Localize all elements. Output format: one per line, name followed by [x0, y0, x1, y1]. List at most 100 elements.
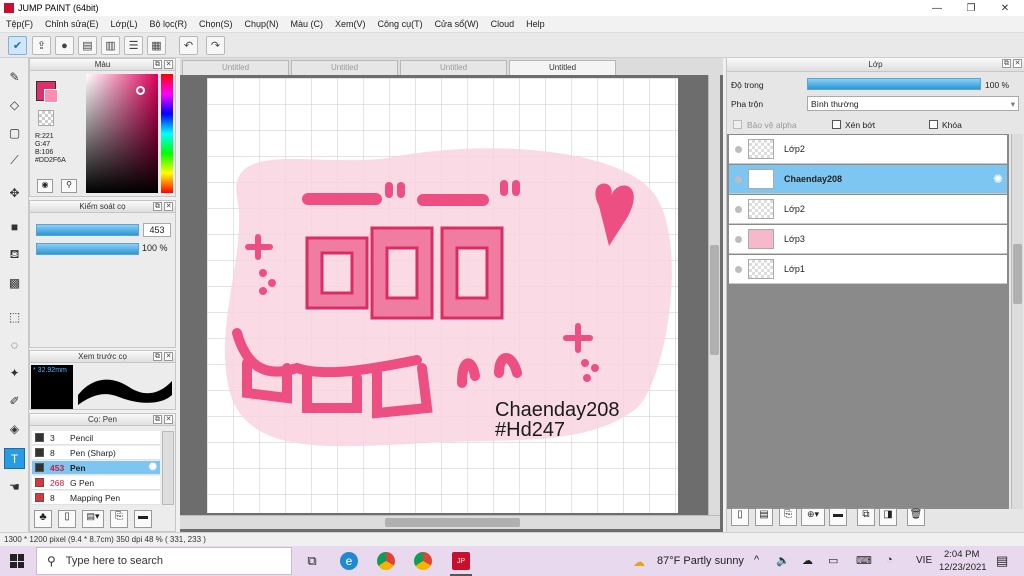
brush-item[interactable]: 268 G Pen: [32, 476, 160, 490]
new-brush-icon[interactable]: ▯: [58, 510, 76, 528]
clock-time[interactable]: 2:04 PM: [944, 549, 979, 560]
maximize-button[interactable]: ❐: [954, 0, 988, 16]
menu-edit[interactable]: Chỉnh sửa(E): [45, 19, 99, 29]
menu-select[interactable]: Chọn(S): [199, 19, 233, 29]
layer-row[interactable]: Lớp2: [729, 195, 1007, 224]
tab-untitled-1[interactable]: Untitled: [182, 60, 289, 75]
lasso-select-icon[interactable]: ◌: [4, 334, 25, 355]
layer-row-selected[interactable]: Chaenday208 ✺: [729, 165, 1007, 194]
undock-icon[interactable]: ⧉: [153, 202, 162, 211]
layer-add-menu-icon[interactable]: ⊕▾: [801, 508, 825, 526]
protect-alpha-checkbox[interactable]: [733, 120, 742, 129]
undock-icon[interactable]: ⧉: [153, 60, 162, 69]
volume-icon[interactable]: 🔈: [776, 554, 790, 567]
layer-row[interactable]: Lớp1: [729, 255, 1007, 284]
brush-menu-icon[interactable]: ▤▾: [82, 510, 104, 528]
rectangle-tool-icon[interactable]: ▢: [4, 122, 25, 143]
layer-folder-icon[interactable]: ▬: [829, 508, 847, 526]
tab-untitled-active[interactable]: Untitled: [509, 60, 616, 75]
language-indicator[interactable]: VIE: [916, 555, 932, 566]
layer-settings-gear-icon[interactable]: ✺: [993, 172, 1003, 186]
edge-browser-icon[interactable]: e: [340, 552, 358, 570]
undock-icon[interactable]: ⧉: [1002, 59, 1011, 68]
clock-date[interactable]: 12/23/2021: [939, 562, 987, 573]
blend-mode-select[interactable]: Bình thường ▾: [807, 96, 1019, 111]
layer-row[interactable]: Lớp2: [729, 135, 1007, 164]
brush-size-value[interactable]: 453: [143, 223, 171, 237]
jump-paint-icon[interactable]: JP: [452, 552, 470, 570]
bucket-tool-icon[interactable]: ⛾: [4, 244, 25, 265]
tab-untitled-3[interactable]: Untitled: [400, 60, 507, 75]
menu-color[interactable]: Màu (C): [291, 19, 324, 29]
horizontal-scrollbar[interactable]: [180, 515, 720, 529]
brush-export-icon[interactable]: ⎘: [110, 510, 128, 528]
layer-opacity-slider[interactable]: [807, 78, 981, 90]
comment-icon[interactable]: ●: [55, 36, 74, 55]
layer-row[interactable]: Lớp3: [729, 225, 1007, 254]
palette-icon[interactable]: ◉: [37, 179, 53, 193]
visibility-icon[interactable]: [735, 265, 742, 273]
share-icon[interactable]: ⇪: [32, 36, 51, 55]
clipping-checkbox[interactable]: [832, 120, 841, 129]
blend-tool-icon[interactable]: ⟋: [4, 150, 25, 171]
delete-layer-icon[interactable]: 🗑: [907, 508, 925, 526]
menu-view[interactable]: Xem(V): [335, 19, 366, 29]
new-layer-icon[interactable]: ▯: [731, 508, 749, 526]
windows-start-icon[interactable]: [10, 554, 24, 568]
tab-untitled-2[interactable]: Untitled: [291, 60, 398, 75]
menu-layer[interactable]: Lớp(L): [111, 19, 138, 29]
hue-slider[interactable]: [161, 74, 173, 193]
duplicate-layer-icon[interactable]: ⎘: [779, 508, 797, 526]
saturation-value-picker[interactable]: [86, 74, 158, 193]
visibility-icon[interactable]: [735, 235, 742, 243]
menu-tools[interactable]: Công cụ(T): [378, 19, 423, 29]
list-icon[interactable]: ☰: [124, 36, 143, 55]
keyboard-icon[interactable]: ⌨: [856, 554, 872, 567]
battery-icon[interactable]: ▭: [828, 554, 838, 567]
menu-cloud[interactable]: Cloud: [491, 19, 515, 29]
visibility-icon[interactable]: [735, 175, 742, 183]
menu-filter[interactable]: Bộ lọc(R): [149, 19, 187, 29]
brush-item[interactable]: 8 Pen (Sharp): [32, 446, 160, 460]
brush-item-selected[interactable]: 453 Pen ✺: [32, 461, 160, 475]
brush-tool-icon[interactable]: ✎: [4, 66, 25, 87]
close-icon[interactable]: ✕: [164, 415, 173, 424]
message-icon[interactable]: ▤: [78, 36, 97, 55]
lock-checkbox[interactable]: [929, 120, 938, 129]
gradient-tool-icon[interactable]: ▩: [4, 272, 25, 293]
brush-tree-icon[interactable]: ♣: [34, 510, 52, 528]
select-pen-icon[interactable]: ✐: [4, 390, 25, 411]
chevron-up-icon[interactable]: ^: [754, 554, 759, 566]
document-icon[interactable]: ▥: [101, 36, 120, 55]
horizontal-scroll-thumb[interactable]: [385, 518, 520, 527]
chrome-icon[interactable]: [377, 552, 395, 570]
brush-folder-icon[interactable]: ▬: [134, 510, 152, 528]
grid-icon[interactable]: ▦: [147, 36, 166, 55]
weather-text[interactable]: 87°F Partly sunny: [657, 555, 744, 567]
brush-list-scrollbar[interactable]: [162, 431, 174, 505]
undock-icon[interactable]: ⧉: [153, 352, 162, 361]
menu-file[interactable]: Tệp(F): [6, 19, 33, 29]
text-tool-icon[interactable]: T: [4, 448, 25, 469]
search-box[interactable]: ⚲ Type here to search: [36, 547, 292, 575]
brush-item[interactable]: 3 Pencil: [32, 431, 160, 445]
select-eraser-icon[interactable]: ◈: [4, 418, 25, 439]
canvas[interactable]: Chaenday208 #Hd247: [207, 78, 678, 513]
check-icon[interactable]: ✔: [8, 36, 27, 55]
minimize-button[interactable]: —: [920, 0, 954, 16]
task-view-icon[interactable]: ⧉: [303, 552, 321, 570]
eyedropper-icon[interactable]: ⚲: [61, 179, 77, 193]
vertical-scroll-thumb[interactable]: [710, 245, 719, 355]
undock-icon[interactable]: ⧉: [153, 415, 162, 424]
close-icon[interactable]: ✕: [1013, 59, 1022, 68]
brush-item[interactable]: 8 Mapping Pen: [32, 491, 160, 505]
hand-tool-icon[interactable]: ☚: [4, 476, 25, 497]
transparent-swatch[interactable]: [38, 110, 54, 126]
close-icon[interactable]: ✕: [164, 202, 173, 211]
layer-mask-icon[interactable]: ◨: [879, 508, 897, 526]
merge-down-icon[interactable]: ⧉: [857, 508, 875, 526]
wifi-icon[interactable]: ◔: [886, 554, 893, 566]
magic-wand-icon[interactable]: ✦: [4, 362, 25, 383]
undo-icon[interactable]: ↶: [179, 36, 198, 55]
close-icon[interactable]: ✕: [164, 352, 173, 361]
